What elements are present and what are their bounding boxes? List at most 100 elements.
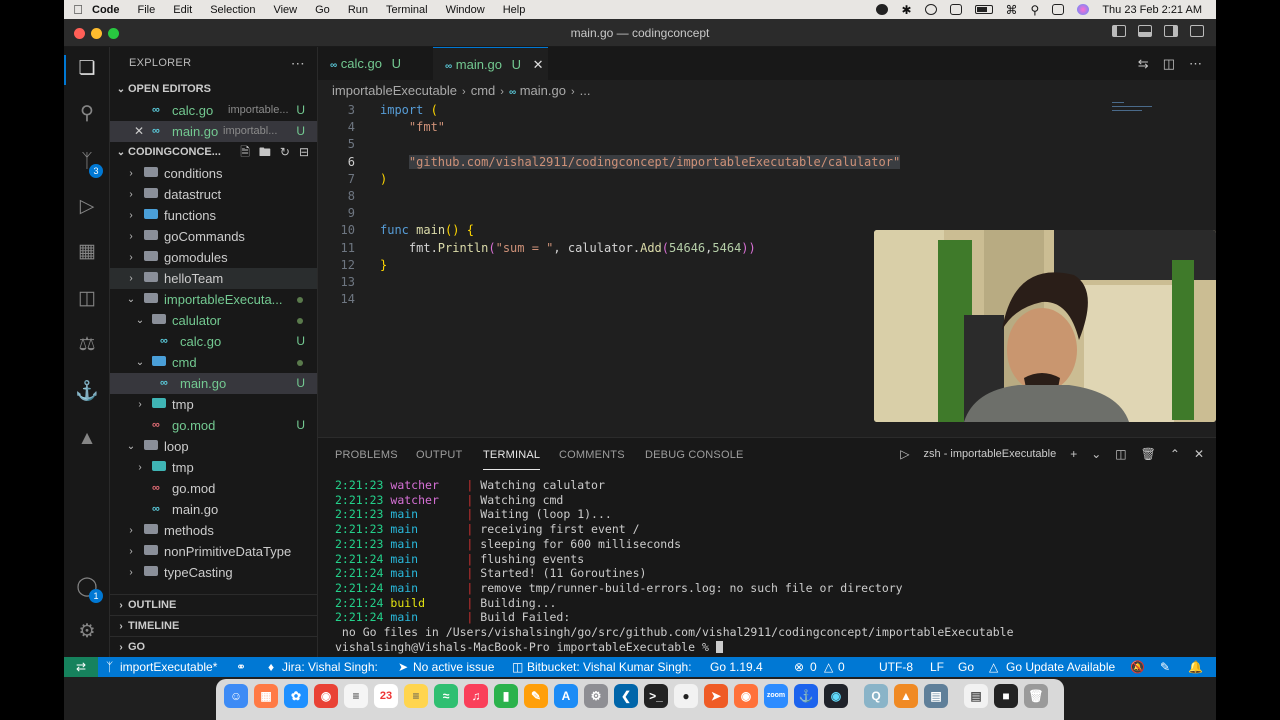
tree-file[interactable]: ∞ go.mod U xyxy=(110,415,317,436)
menu-window[interactable]: Window xyxy=(446,4,485,16)
sourcetree-icon[interactable]: ▲ xyxy=(894,684,918,708)
tab-calc-go[interactable]: ∞ calc.go U xyxy=(318,47,433,80)
postman-icon[interactable]: ➤ xyxy=(704,684,728,708)
safari-icon[interactable]: ✿ xyxy=(284,684,308,708)
minimap[interactable] xyxy=(1112,102,1172,132)
menu-selection[interactable]: Selection xyxy=(210,4,255,16)
open-editors-section[interactable]: ⌄ OPEN EDITORS xyxy=(110,79,317,100)
battery-icon[interactable] xyxy=(974,5,993,14)
go-section[interactable]: › GO xyxy=(110,636,317,657)
bitbucket-status[interactable]: Bitbucket: Vishal Kumar Singh: xyxy=(527,660,692,674)
preview-icon[interactable]: ▤ xyxy=(924,684,948,708)
quicktime-icon[interactable]: Q xyxy=(864,684,888,708)
source-control-icon[interactable]: ᛉ3 xyxy=(75,150,103,178)
zoom-icon[interactable]: zoom xyxy=(764,684,788,708)
breadcrumb-item[interactable]: cmd xyxy=(471,83,496,98)
system-settings-icon[interactable]: ⚙ xyxy=(584,684,608,708)
toggle-secondary-sidebar-icon[interactable] xyxy=(1164,25,1178,37)
docker-icon[interactable]: ⚓ xyxy=(75,380,99,404)
docker-icon[interactable]: ⚓ xyxy=(794,684,818,708)
breadcrumb-item[interactable]: ... xyxy=(580,83,591,98)
tree-folder[interactable]: ⌄ importableExecuta... xyxy=(110,289,317,310)
outline-section[interactable]: › OUTLINE xyxy=(110,594,317,615)
branch-status[interactable]: importExecutable* xyxy=(120,660,217,674)
menu-view[interactable]: View xyxy=(273,4,297,16)
code-line[interactable]: 3 import ( xyxy=(318,102,1216,119)
go-update-status[interactable]: Go Update Available xyxy=(1006,660,1115,674)
menu-terminal[interactable]: Terminal xyxy=(386,4,428,16)
menubar-clock[interactable]: Thu 23 Feb 2:21 AM xyxy=(1102,4,1202,16)
sync-icon[interactable]: ⚭ xyxy=(236,660,246,674)
tab-problems[interactable]: PROBLEMS xyxy=(335,449,398,461)
close-panel-icon[interactable]: ✕ xyxy=(1194,447,1204,461)
customize-layout-icon[interactable] xyxy=(1190,25,1204,37)
warning-count[interactable]: 0 xyxy=(838,660,845,674)
encoding[interactable]: UTF-8 xyxy=(879,660,913,674)
jira-issue[interactable]: No active issue xyxy=(413,660,494,674)
explorer-icon[interactable]: ❏ xyxy=(75,57,99,81)
vscode-icon[interactable]: ❮ xyxy=(614,684,638,708)
code-line[interactable]: 5 xyxy=(318,136,1216,153)
chrome-icon[interactable]: ◉ xyxy=(314,684,338,708)
close-tab-icon[interactable]: ✕ xyxy=(533,57,544,72)
account-icon[interactable]: ◯ 1 xyxy=(75,575,103,603)
tab-terminal[interactable]: TERMINAL xyxy=(483,449,541,470)
tree-folder[interactable]: › gomodules xyxy=(110,247,317,268)
github-desktop-icon[interactable]: ● xyxy=(674,684,698,708)
terminal-selector[interactable]: zsh - importableExecutable xyxy=(924,448,1057,460)
menu-app-name[interactable]: Code xyxy=(92,4,120,16)
search-icon[interactable]: ⚲ xyxy=(75,102,99,126)
more-actions-icon[interactable]: ⋯ xyxy=(291,47,305,79)
calendar-icon[interactable]: 23 xyxy=(374,684,398,708)
atlassian-icon[interactable]: ▲ xyxy=(75,427,99,451)
tree-folder[interactable]: ⌄ cmd xyxy=(110,352,317,373)
tree-folder[interactable]: › datastruct xyxy=(110,184,317,205)
music-icon[interactable]: ♫ xyxy=(464,684,488,708)
menu-go[interactable]: Go xyxy=(315,4,330,16)
split-editor-icon[interactable]: ◫ xyxy=(1163,56,1175,72)
apple-icon[interactable]:  xyxy=(64,2,92,17)
numbers-icon[interactable]: ▮ xyxy=(494,684,518,708)
spotlight-search-icon[interactable]: ⚲ xyxy=(1031,3,1040,17)
menu-run[interactable]: Run xyxy=(348,4,368,16)
open-editor-item[interactable]: ✕ ∞ main.go importabl... U xyxy=(110,121,317,142)
tab-comments[interactable]: COMMENTS xyxy=(559,449,625,461)
wifi-icon[interactable]: ⌘ xyxy=(1006,3,1018,17)
jira-status[interactable]: Jira: Vishal Singh: xyxy=(282,660,378,674)
new-folder-icon[interactable]: 🖿 xyxy=(259,142,271,163)
compare-changes-icon[interactable]: ⇆ xyxy=(1138,56,1149,72)
breadcrumb-item[interactable]: main.go xyxy=(520,83,566,98)
tree-folder[interactable]: › nonPrimitiveDataType xyxy=(110,541,317,562)
workspace-section[interactable]: ⌄ CODINGCONCE... 🗎 🖿 ↻ ⊟ xyxy=(110,142,317,163)
bell-slash-icon[interactable]: 🔕 xyxy=(1130,660,1145,674)
code-line[interactable]: 6 "github.com/vishal2911/codingconcept/i… xyxy=(318,154,1216,171)
extensions-icon[interactable]: ▦ xyxy=(75,240,99,264)
freeform-icon[interactable]: ≈ xyxy=(434,684,458,708)
reminders-icon[interactable]: ≡ xyxy=(344,684,368,708)
siri-icon[interactable] xyxy=(1077,4,1090,15)
toggle-panel-icon[interactable] xyxy=(1138,25,1152,37)
tree-folder[interactable]: › typeCasting xyxy=(110,562,317,583)
firefox-icon[interactable]: ◉ xyxy=(734,684,758,708)
settings-gear-icon[interactable]: ⚙ xyxy=(75,620,99,644)
trash-icon[interactable]: 🗑 xyxy=(1141,447,1156,461)
tree-folder[interactable]: › conditions xyxy=(110,163,317,184)
app-store-icon[interactable]: A xyxy=(554,684,578,708)
tree-folder[interactable]: › functions xyxy=(110,205,317,226)
terminal-app-icon[interactable]: >_ xyxy=(644,684,668,708)
tab-main-go[interactable]: ∞ main.go U ✕ xyxy=(433,47,548,80)
tree-file[interactable]: ∞ calc.go U xyxy=(110,331,317,352)
collapse-all-icon[interactable]: ⊟ xyxy=(299,142,309,163)
new-terminal-icon[interactable]: + xyxy=(1070,447,1077,461)
tree-folder[interactable]: › methods xyxy=(110,520,317,541)
tree-folder[interactable]: › helloTeam xyxy=(110,268,317,289)
breadcrumb-item[interactable]: importableExecutable xyxy=(332,83,457,98)
split-terminal-icon[interactable]: ◫ xyxy=(1115,447,1126,461)
chevron-down-icon[interactable]: ⌄ xyxy=(1091,447,1101,461)
finder-icon[interactable]: ☺ xyxy=(224,684,248,708)
bluetooth-icon[interactable]: ✱ xyxy=(901,3,911,17)
davinci-icon[interactable]: ◉ xyxy=(824,684,848,708)
tree-file[interactable]: ∞ main.go U xyxy=(110,373,317,394)
remote-explorer-icon[interactable]: ◫ xyxy=(75,287,99,311)
tab-debug-console[interactable]: DEBUG CONSOLE xyxy=(645,449,744,461)
